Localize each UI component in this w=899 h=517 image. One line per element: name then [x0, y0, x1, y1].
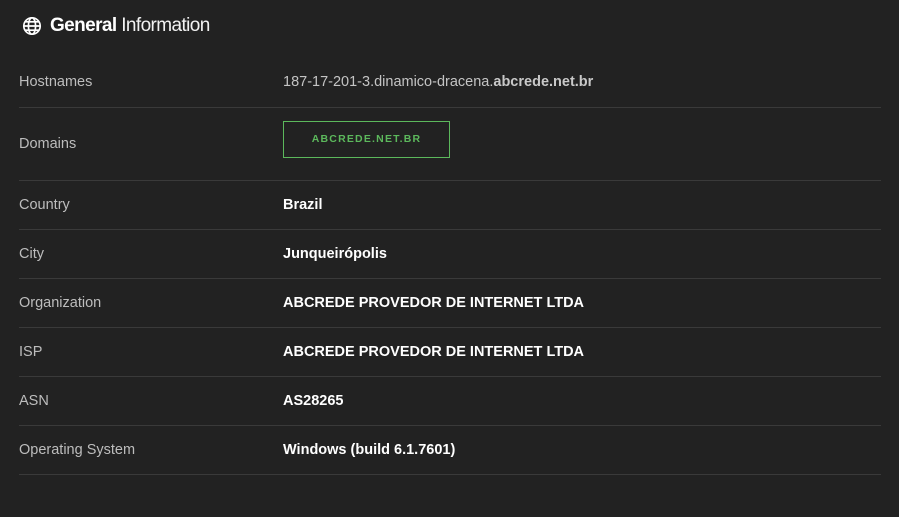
table-row-asn: ASN AS28265 — [19, 376, 881, 426]
hostnames-value: 187-17-201-3.dinamico-dracena.abcrede.ne… — [283, 57, 881, 108]
section-title: General Information — [50, 15, 210, 37]
domains-label: Domains — [19, 107, 283, 181]
operating-system-value: Windows (build 6.1.7601) — [283, 425, 881, 475]
section-title-strong: General — [50, 15, 117, 36]
section-header: General Information — [19, 0, 881, 52]
country-value: Brazil — [283, 180, 881, 230]
table-row-city: City Junqueirópolis — [19, 229, 881, 279]
globe-icon — [22, 16, 42, 36]
hostnames-label: Hostnames — [19, 57, 283, 108]
isp-label: ISP — [19, 327, 283, 377]
organization-value: ABCREDE PROVEDOR DE INTERNET LTDA — [283, 278, 881, 328]
hostname-domain: abcrede.net.br — [493, 73, 594, 90]
table-row-domains: Domains ABCREDE.NET.BR — [19, 107, 881, 181]
asn-label: ASN — [19, 376, 283, 426]
general-information-panel: General Information Hostnames 187-17-201… — [0, 0, 899, 517]
table-row-isp: ISP ABCREDE PROVEDOR DE INTERNET LTDA — [19, 327, 881, 377]
info-table: Hostnames 187-17-201-3.dinamico-dracena.… — [19, 57, 881, 475]
table-row-hostnames: Hostnames 187-17-201-3.dinamico-dracena.… — [19, 57, 881, 108]
country-label: Country — [19, 180, 283, 230]
city-value: Junqueirópolis — [283, 229, 881, 279]
table-row-operating-system: Operating System Windows (build 6.1.7601… — [19, 425, 881, 475]
asn-value: AS28265 — [283, 376, 881, 426]
isp-value: ABCREDE PROVEDOR DE INTERNET LTDA — [283, 327, 881, 377]
hostname-prefix: 187-17-201-3.dinamico-dracena. — [283, 73, 494, 90]
city-label: City — [19, 229, 283, 279]
operating-system-label: Operating System — [19, 425, 283, 475]
organization-label: Organization — [19, 278, 283, 328]
domains-value: ABCREDE.NET.BR — [283, 107, 881, 181]
table-row-country: Country Brazil — [19, 180, 881, 230]
domain-badge-link[interactable]: ABCREDE.NET.BR — [283, 120, 450, 158]
table-row-organization: Organization ABCREDE PROVEDOR DE INTERNE… — [19, 278, 881, 328]
section-title-light: Information — [121, 15, 210, 36]
